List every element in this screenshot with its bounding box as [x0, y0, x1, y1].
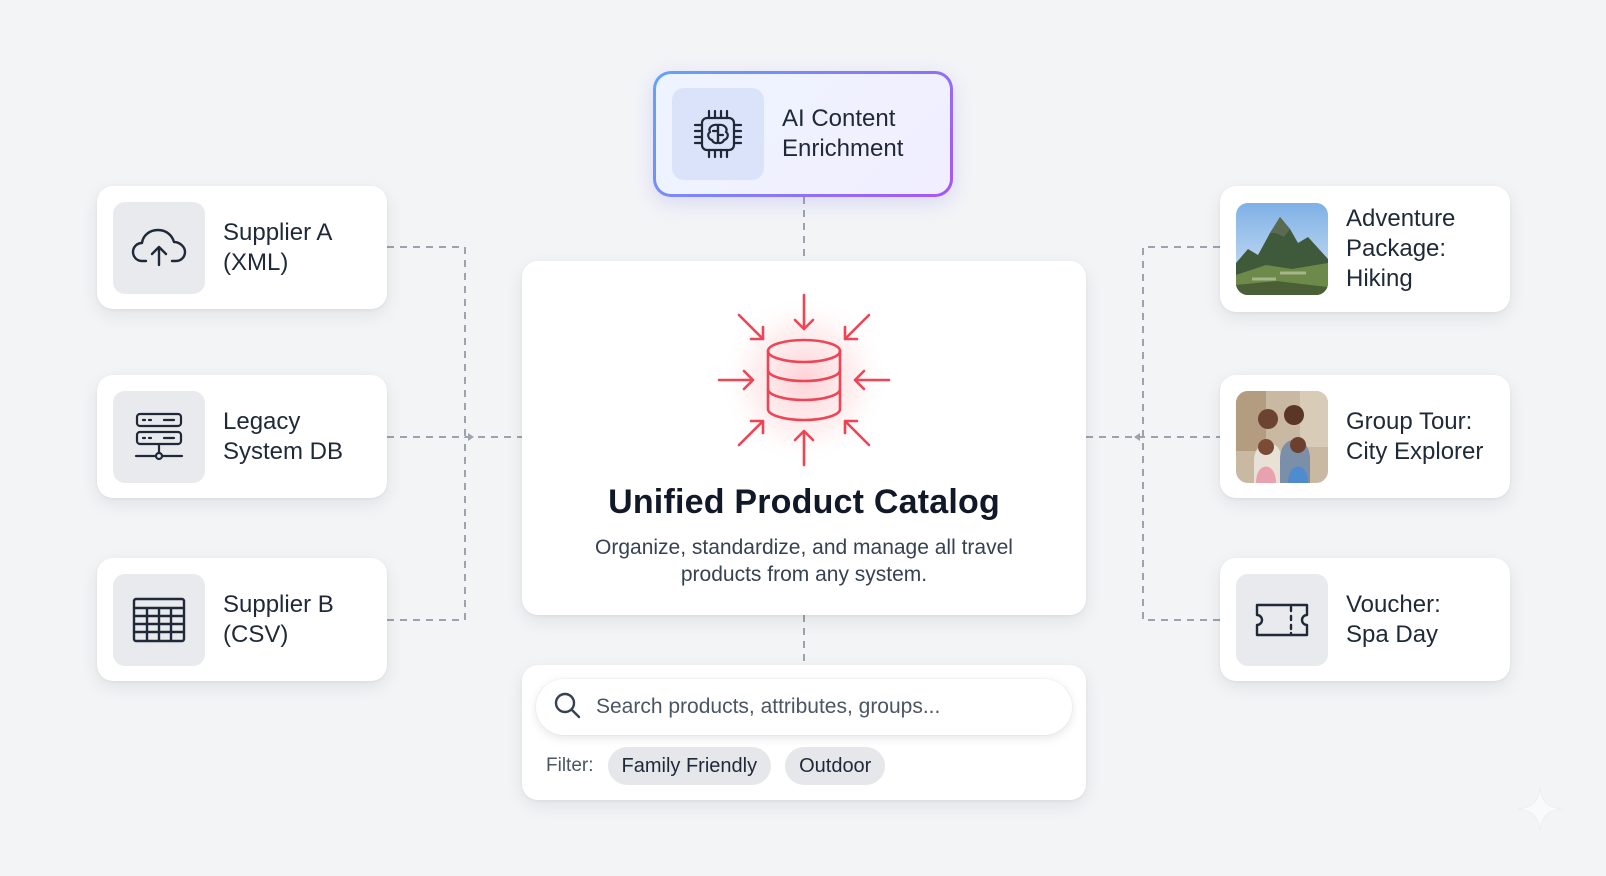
connector-supplier-b: [387, 437, 466, 621]
sparkle-icon: [1517, 786, 1563, 832]
product-node-group-tour[interactable]: Group Tour: City Explorer: [1220, 375, 1510, 498]
mountain-photo: [1236, 203, 1328, 295]
filter-chip-outdoor[interactable]: Outdoor: [785, 747, 886, 785]
table-grid-icon: [113, 573, 205, 666]
unified-product-catalog-card: Unified Product Catalog Organize, standa…: [522, 261, 1086, 615]
source-node-supplier-a[interactable]: Supplier A (XML): [97, 186, 387, 309]
ai-content-enrichment-node[interactable]: AI Content Enrichment: [653, 71, 953, 197]
group-tour-label: Group Tour: City Explorer: [1346, 407, 1484, 465]
product-node-voucher[interactable]: Voucher: Spa Day: [1220, 558, 1510, 681]
server-icon: [113, 390, 205, 483]
catalog-description: Organize, standardize, and manage all tr…: [595, 536, 1013, 586]
ai-chip-brain-icon: [672, 88, 764, 180]
search-filter-card: Filter: Family Friendly Outdoor: [522, 665, 1086, 800]
filter-row: Filter: Family Friendly Outdoor: [546, 747, 899, 785]
connector-voucher: [1142, 437, 1220, 621]
source-node-legacy-db[interactable]: Legacy System DB: [97, 375, 387, 498]
legacy-system-db-label: Legacy System DB: [223, 407, 344, 465]
supplier-a-label: Supplier A (XML): [223, 218, 333, 276]
filter-chip-family-friendly[interactable]: Family Friendly: [607, 747, 772, 785]
catalog-title: Unified Product Catalog: [608, 483, 1000, 521]
database-converge-icon: [717, 293, 891, 467]
search-box[interactable]: [536, 679, 1072, 735]
ticket-icon: [1236, 573, 1328, 666]
adventure-package-label: Adventure Package: Hiking: [1346, 205, 1456, 292]
source-node-supplier-b[interactable]: Supplier B (CSV): [97, 558, 387, 681]
arrow-into-catalog: [468, 433, 474, 441]
supplier-b-label: Supplier B (CSV): [223, 590, 334, 648]
voucher-label: Voucher: Spa Day: [1346, 590, 1441, 648]
family-photo: [1236, 390, 1328, 483]
search-input[interactable]: [594, 694, 1072, 720]
integration-diagram: AI Content Enrichment Supplier A (XML) L…: [0, 0, 1606, 876]
arrow-into-catalog-right: [1134, 433, 1140, 441]
connector-supplier-a: [387, 246, 466, 437]
product-node-adventure-package[interactable]: Adventure Package: Hiking: [1220, 186, 1510, 312]
ai-content-enrichment-label: AI Content Enrichment: [782, 105, 904, 162]
connector-adventure: [1142, 246, 1220, 437]
cloud-upload-icon: [113, 201, 205, 294]
search-icon: [552, 690, 582, 725]
filter-label: Filter:: [546, 755, 594, 776]
